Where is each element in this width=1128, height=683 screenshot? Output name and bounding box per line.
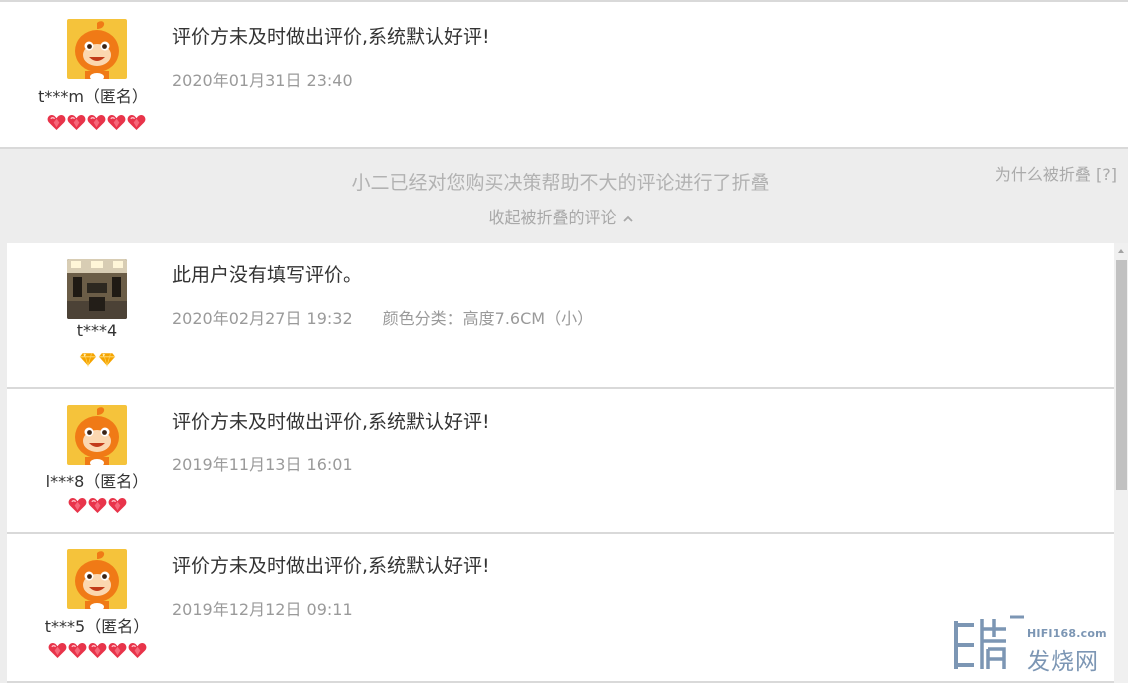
why-folded-link[interactable]: 为什么被折叠 [?]	[995, 161, 1117, 185]
review-item: t***5（匿名） 评价方未及时做出评价,系统默认好评! 2019年12月12日…	[7, 534, 1114, 683]
scroll-up-arrow[interactable]	[1114, 243, 1128, 257]
review-meta: 2019年11月13日 16:01	[172, 451, 353, 475]
caret-up-icon	[1118, 249, 1124, 253]
watermark-domain: HIFI168.com	[1027, 627, 1107, 640]
red-heart-icon	[68, 642, 87, 659]
review-meta: 2020年01月31日 23:40	[172, 67, 353, 91]
red-heart-icon	[67, 114, 86, 131]
red-heart-icon	[48, 642, 67, 659]
review-meta: 2020年02月27日 19:32 颜色分类：高度7.6CM（小）	[172, 305, 593, 329]
review-text: 评价方未及时做出评价,系统默认好评!	[172, 26, 490, 48]
taobao-mascot-icon	[67, 405, 127, 465]
buyer-rank	[7, 352, 187, 367]
red-heart-icon	[128, 642, 147, 659]
collapse-folded-button[interactable]: 收起被折叠的评论	[7, 204, 1114, 228]
room-photo-avatar	[67, 259, 127, 319]
red-heart-icon	[107, 114, 126, 131]
review-date: 2020年02月27日 19:32	[172, 309, 353, 328]
red-heart-icon	[127, 114, 146, 131]
buyer-rank	[7, 642, 187, 659]
red-heart-icon	[87, 114, 106, 131]
site-watermark: HIFI168.com 发烧网	[952, 615, 1112, 675]
scrollbar-thumb[interactable]	[1116, 260, 1127, 490]
user-name[interactable]: l***8（匿名）	[7, 468, 187, 492]
collapse-folded-label: 收起被折叠的评论	[488, 208, 617, 227]
avatar[interactable]	[67, 19, 127, 79]
review-date: 2019年12月12日 09:11	[172, 600, 353, 619]
red-heart-icon	[88, 642, 107, 659]
buyer-rank	[6, 114, 186, 131]
avatar[interactable]	[67, 405, 127, 465]
chevron-up-icon	[622, 207, 633, 226]
fold-notice-text: 小二已经对您购买决策帮助不大的评论进行了折叠	[351, 172, 770, 194]
review-date: 2020年01月31日 23:40	[172, 71, 353, 90]
hifi168-logo-icon	[954, 615, 1024, 669]
folded-reviews-notice: 小二已经对您购买决策帮助不大的评论进行了折叠 收起被折叠的评论 为什么被折叠 […	[7, 149, 1128, 243]
red-heart-icon	[88, 497, 107, 514]
red-heart-icon	[108, 642, 127, 659]
review-date: 2019年11月13日 16:01	[172, 455, 353, 474]
taobao-mascot-icon	[67, 549, 127, 609]
review-text: 评价方未及时做出评价,系统默认好评!	[172, 411, 490, 433]
scrollbar[interactable]	[1114, 243, 1128, 683]
review-item: t***m（匿名） 评价方未及时做出评价,系统默认好评! 2020年01月31日…	[0, 0, 1128, 149]
yellow-diamond-icon	[98, 352, 116, 367]
watermark-name: 发烧网	[1027, 649, 1099, 675]
user-name[interactable]: t***4	[7, 321, 187, 340]
review-item: t***4 此用户没有填写评价。 2020年02月27日 19:32 颜色分类：高…	[7, 243, 1114, 389]
user-name[interactable]: t***m（匿名）	[3, 83, 183, 107]
avatar[interactable]	[67, 259, 127, 319]
avatar[interactable]	[67, 549, 127, 609]
buyer-rank	[7, 497, 187, 514]
review-item: l***8（匿名） 评价方未及时做出评价,系统默认好评! 2019年11月13日…	[7, 389, 1114, 534]
review-meta: 2019年12月12日 09:11	[172, 596, 353, 620]
yellow-diamond-icon	[79, 352, 97, 367]
review-text: 评价方未及时做出评价,系统默认好评!	[172, 555, 490, 577]
taobao-mascot-icon	[67, 19, 127, 79]
red-heart-icon	[47, 114, 66, 131]
red-heart-icon	[108, 497, 127, 514]
user-name[interactable]: t***5（匿名）	[7, 613, 187, 637]
red-heart-icon	[68, 497, 87, 514]
review-text: 此用户没有填写评价。	[172, 264, 363, 286]
sku-info: 颜色分类：高度7.6CM（小）	[382, 309, 594, 328]
